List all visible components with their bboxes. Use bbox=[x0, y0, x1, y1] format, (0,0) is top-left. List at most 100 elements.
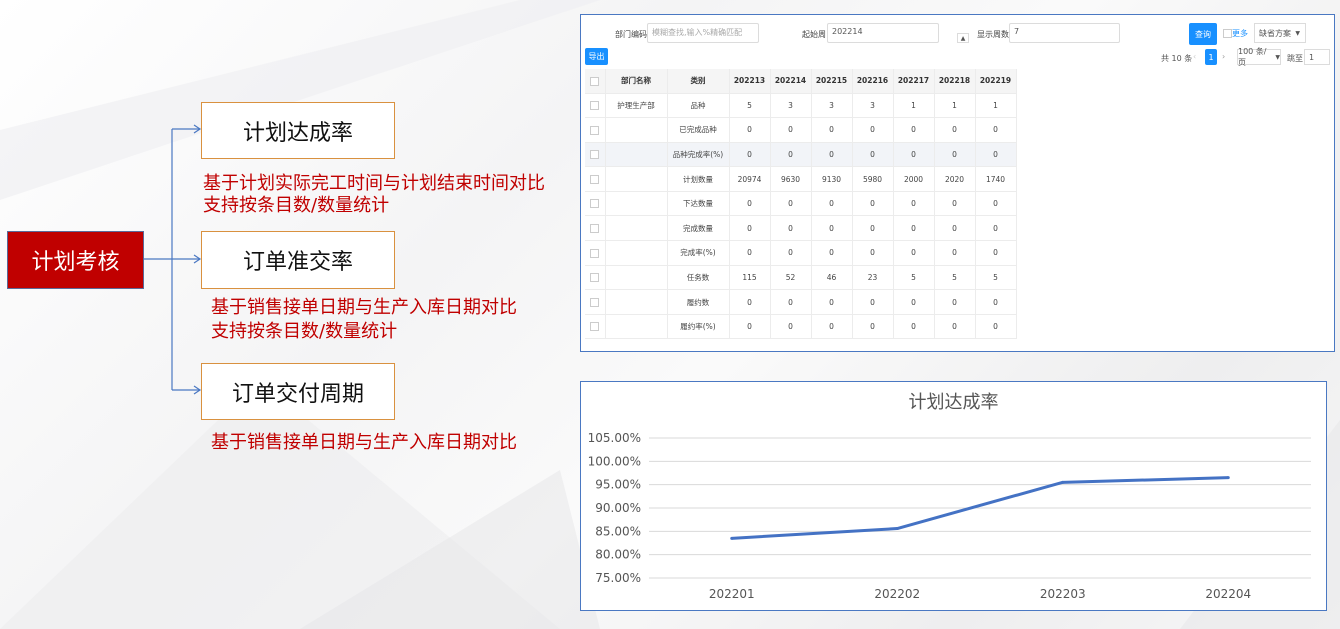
table-cell: 0 bbox=[934, 314, 976, 340]
desc-plan-achievement-1: 基于计划实际完工时间与计划结束时间对比 bbox=[203, 173, 545, 194]
table-cell: 0 bbox=[852, 117, 894, 143]
table-cell: 115 bbox=[729, 265, 771, 291]
table-cell: 0 bbox=[770, 289, 812, 315]
column-header: 部门名称 bbox=[605, 69, 668, 94]
table-cell: 0 bbox=[729, 142, 771, 168]
select-all-checkbox-cell[interactable] bbox=[585, 69, 606, 94]
table-cell: 0 bbox=[770, 142, 812, 168]
table-cell: 履约率(%) bbox=[667, 314, 730, 340]
row-checkbox[interactable] bbox=[590, 248, 600, 258]
row-checkbox-cell[interactable] bbox=[585, 289, 606, 315]
row-checkbox[interactable] bbox=[590, 224, 600, 234]
table-row: 下达数量 0 0 0 0 0 0 0 bbox=[585, 191, 1017, 217]
dept-code-input[interactable]: 模糊查找,输入%精确匹配 bbox=[647, 23, 759, 43]
y-tick-label: 100.00% bbox=[588, 454, 641, 468]
row-checkbox-cell[interactable] bbox=[585, 93, 606, 119]
table-cell: 0 bbox=[893, 240, 935, 266]
prev-page-icon[interactable]: ‹ bbox=[1193, 52, 1196, 61]
table-cell: 52 bbox=[770, 265, 812, 291]
collapse-toggle[interactable]: ▲ bbox=[957, 33, 969, 43]
table-row: 完成率(%) 0 0 0 0 0 0 0 bbox=[585, 240, 1017, 266]
row-checkbox[interactable] bbox=[590, 174, 600, 184]
row-checkbox[interactable] bbox=[590, 199, 600, 209]
table-row: 完成数量 0 0 0 0 0 0 0 bbox=[585, 215, 1017, 242]
table-cell: 0 bbox=[934, 191, 976, 217]
row-checkbox-cell[interactable] bbox=[585, 240, 606, 266]
table-cell: 0 bbox=[893, 289, 935, 315]
table-cell: 5 bbox=[975, 265, 1017, 291]
table-cell: 计划数量 bbox=[667, 166, 730, 192]
node-order-ontime-rate: 订单准交率 bbox=[201, 231, 395, 289]
select-all-checkbox[interactable] bbox=[590, 76, 600, 86]
table-row: 履约数 0 0 0 0 0 0 0 bbox=[585, 289, 1017, 315]
row-checkbox-cell[interactable] bbox=[585, 265, 606, 291]
table-cell bbox=[605, 191, 668, 217]
line-chart: 75.00% 80.00% 85.00% 90.00% 95.00% 100.00% 105… bbox=[588, 431, 1311, 601]
table-row: 计划数量 20974 9630 9130 5980 2000 2020 1740 bbox=[585, 166, 1017, 192]
table-cell bbox=[605, 117, 668, 143]
table-cell: 0 bbox=[770, 215, 812, 242]
table-cell: 5 bbox=[934, 265, 976, 291]
table-cell: 0 bbox=[852, 191, 894, 217]
table-cell: 3 bbox=[770, 93, 812, 119]
next-page-icon[interactable]: › bbox=[1222, 52, 1225, 61]
show-weeks-input[interactable]: 7 bbox=[1009, 23, 1120, 43]
query-button[interactable]: 查询 bbox=[1189, 23, 1217, 45]
table-cell: 品种 bbox=[667, 93, 730, 119]
table-cell: 0 bbox=[811, 215, 853, 242]
report-table-panel: 部门编码 模糊查找,输入%精确匹配 起始周 202214 ▲ 显示周数 7 查询… bbox=[580, 14, 1335, 352]
page-size-select[interactable]: 100 条/页 ▼ bbox=[1237, 47, 1281, 67]
column-header: 202219 bbox=[975, 69, 1017, 94]
row-checkbox-cell[interactable] bbox=[585, 215, 606, 242]
table-cell: 0 bbox=[811, 142, 853, 168]
node-plan-achievement-rate: 计划达成率 bbox=[201, 102, 395, 159]
row-checkbox-cell[interactable] bbox=[585, 191, 606, 217]
y-tick-label: 105.00% bbox=[588, 431, 641, 445]
table-cell: 0 bbox=[729, 240, 771, 266]
table-cell: 0 bbox=[852, 215, 894, 242]
table-cell: 9630 bbox=[770, 166, 812, 192]
goto-label: 跳至 bbox=[1287, 54, 1303, 63]
table-cell: 0 bbox=[975, 215, 1017, 242]
more-link[interactable]: 更多 bbox=[1223, 28, 1248, 39]
table-cell: 0 bbox=[811, 191, 853, 217]
table-cell: 0 bbox=[975, 142, 1017, 168]
table-cell: 0 bbox=[852, 142, 894, 168]
table-cell: 1740 bbox=[975, 166, 1017, 192]
table-cell: 0 bbox=[811, 314, 853, 340]
table-cell: 0 bbox=[729, 117, 771, 143]
table-cell: 0 bbox=[934, 117, 976, 143]
more-checkbox[interactable] bbox=[1223, 29, 1232, 38]
table-cell: 0 bbox=[893, 314, 935, 340]
table-cell: 0 bbox=[770, 314, 812, 340]
row-checkbox[interactable] bbox=[590, 297, 600, 307]
scheme-select[interactable]: 缺省方案 ▼ bbox=[1254, 23, 1306, 43]
row-checkbox[interactable] bbox=[590, 322, 600, 332]
table-cell: 任务数 bbox=[667, 265, 730, 291]
page-1-button[interactable]: 1 bbox=[1205, 49, 1217, 65]
row-checkbox-cell[interactable] bbox=[585, 314, 606, 340]
table-cell: 3 bbox=[811, 93, 853, 119]
table-cell: 2000 bbox=[893, 166, 935, 192]
row-checkbox[interactable] bbox=[590, 125, 600, 135]
goto-page-input[interactable]: 1 bbox=[1304, 49, 1330, 65]
show-weeks-label: 显示周数 bbox=[977, 30, 1009, 39]
row-checkbox-cell[interactable] bbox=[585, 117, 606, 143]
table-cell bbox=[605, 215, 668, 242]
row-checkbox[interactable] bbox=[590, 150, 600, 160]
row-checkbox[interactable] bbox=[590, 273, 600, 283]
y-tick-label: 75.00% bbox=[595, 571, 641, 585]
export-button[interactable]: 导出 bbox=[585, 48, 608, 65]
start-period-input[interactable]: 202214 bbox=[827, 23, 939, 43]
row-checkbox[interactable] bbox=[590, 101, 600, 111]
row-checkbox-cell[interactable] bbox=[585, 142, 606, 168]
table-cell: 0 bbox=[893, 215, 935, 242]
caret-down-icon: ▼ bbox=[1295, 29, 1300, 37]
table-cell: 0 bbox=[893, 142, 935, 168]
table-cell: 20974 bbox=[729, 166, 771, 192]
row-checkbox-cell[interactable] bbox=[585, 166, 606, 192]
table-cell: 0 bbox=[975, 289, 1017, 315]
table-cell bbox=[605, 166, 668, 192]
table-cell: 0 bbox=[934, 240, 976, 266]
table-cell: 0 bbox=[975, 117, 1017, 143]
